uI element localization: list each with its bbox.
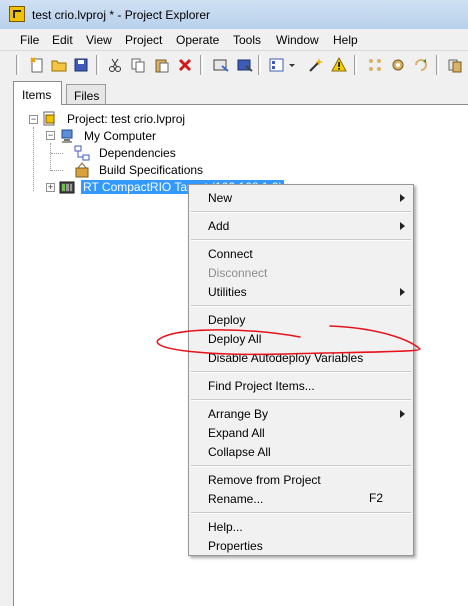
tree-connector [51,153,63,154]
dependencies-icon [74,145,90,161]
refresh-icon[interactable] [412,56,430,74]
menu-item-help[interactable]: Help... [208,519,243,535]
context-menu: New Add Connect Disconnect Utilities Dep… [188,184,414,556]
rename-shortcut: F2 [369,491,384,505]
build-icon[interactable] [212,56,230,74]
tree-connector [50,143,51,171]
menu-operate[interactable]: Operate [176,33,219,47]
toolbar-separator [436,55,439,75]
tab-strip: Items Files [0,79,468,105]
menu-item-add[interactable]: Add [208,218,229,234]
dots-icon[interactable] [366,56,384,74]
window-title: test crio.lvproj * - Project Explorer [32,8,211,22]
menu-item-disconnect: Disconnect [208,266,268,280]
labview-project-icon [9,6,25,22]
menu-item-utilities[interactable]: Utilities [208,284,247,300]
wand-icon[interactable] [307,56,325,74]
menu-item-new[interactable]: New [208,190,232,206]
open-folder-icon[interactable] [50,56,68,74]
menu-tools[interactable]: Tools [233,33,261,47]
submenu-arrow-icon [400,410,405,418]
menu-separator [191,239,411,241]
tab-files[interactable]: Files [66,84,106,105]
menu-item-disable-autodeploy[interactable]: Disable Autodeploy Variables [208,350,363,366]
menu-file[interactable]: File [20,33,39,47]
menu-item-arrange-by[interactable]: Arrange By [208,406,268,422]
toolbar-separator [96,55,99,75]
delete-icon[interactable] [176,56,194,74]
menu-item-find-project-items[interactable]: Find Project Items... [208,378,315,394]
menu-project[interactable]: Project [125,33,162,47]
warning-icon[interactable] [330,56,348,74]
menu-separator [191,399,411,401]
gear-icon[interactable] [389,56,407,74]
toolbar-separator [354,55,357,75]
menu-window[interactable]: Window [276,33,319,47]
expand-rt-target-toggle[interactable]: + [46,183,55,192]
toolbar-separator [258,55,261,75]
crio-target-icon [59,179,75,195]
toolbar-separator [200,55,203,75]
tree-connector [51,170,63,171]
menu-help[interactable]: Help [333,33,358,47]
menu-item-remove-from-project[interactable]: Remove from Project [208,472,321,488]
chevron-down-icon[interactable] [283,56,301,74]
menu-item-deploy-all[interactable]: Deploy All [208,331,261,347]
submenu-arrow-icon [400,288,405,296]
save-all-icon[interactable] [72,56,90,74]
menu-item-deploy[interactable]: Deploy [208,312,245,328]
left-margin [0,104,13,606]
menu-separator [191,211,411,213]
cut-icon[interactable] [106,56,124,74]
toolbar-grip [16,55,19,75]
toolbar [0,51,468,80]
files-icon[interactable] [446,56,464,74]
paste-icon[interactable] [153,56,171,74]
tree-item-build-specifications[interactable]: Build Specifications [99,163,203,179]
collapse-project-toggle[interactable]: − [29,115,38,124]
tab-items[interactable]: Items [13,81,62,105]
menu-view[interactable]: View [86,33,112,47]
build-all-icon[interactable] [236,56,254,74]
title-bar: test crio.lvproj * - Project Explorer [0,0,468,29]
tree-connector [33,127,34,191]
submenu-arrow-icon [400,222,405,230]
tree-item-project[interactable]: Project: test crio.lvproj [67,112,185,128]
menu-separator [191,371,411,373]
collapse-my-computer-toggle[interactable]: − [46,131,55,140]
menu-item-expand-all[interactable]: Expand All [208,425,265,441]
submenu-arrow-icon [400,194,405,202]
menu-item-rename[interactable]: Rename... [208,491,263,507]
copy-icon[interactable] [129,56,147,74]
menu-item-connect[interactable]: Connect [208,246,253,262]
tree-item-my-computer[interactable]: My Computer [84,129,156,145]
menu-separator [191,512,411,514]
menu-separator [191,305,411,307]
build-specifications-icon [74,162,90,178]
tree-item-dependencies[interactable]: Dependencies [99,146,176,162]
computer-icon [59,128,75,144]
menu-item-collapse-all[interactable]: Collapse All [208,444,271,460]
menu-item-properties[interactable]: Properties [208,538,263,554]
new-icon[interactable] [28,56,46,74]
project-icon [42,111,58,127]
menu-separator [191,465,411,467]
menu-edit[interactable]: Edit [52,33,73,47]
menu-bar: File Edit View Project Operate Tools Win… [0,29,468,51]
